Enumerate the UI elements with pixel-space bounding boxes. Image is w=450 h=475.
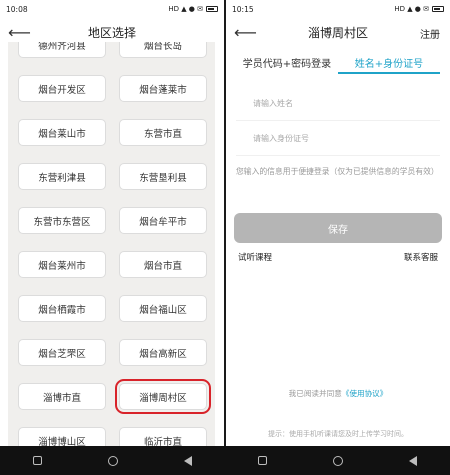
city-button[interactable]: 烟台高新区 (119, 339, 207, 366)
status-icons: HD ▲ ● ✉ (394, 5, 444, 13)
city-button[interactable]: 东营市直 (119, 119, 207, 146)
status-time: 10:08 (6, 4, 28, 14)
city-button[interactable]: 烟台芝罘区 (18, 339, 106, 366)
page-title: 地区选择 (87, 25, 136, 40)
city-button[interactable]: 淄博博山区 (18, 427, 106, 446)
battery-icon (206, 6, 218, 12)
status-icons: HD ▲ ● ✉ (168, 5, 218, 13)
user-agreement-link[interactable]: 《使用协议》 (342, 389, 388, 398)
agreement-text: 我已阅读并同意《使用协议》 (226, 388, 450, 399)
status-time: 10:15 (232, 4, 254, 14)
name-input[interactable]: 请输入姓名 (236, 86, 440, 121)
city-button[interactable]: 淄博周村区 (115, 379, 211, 414)
back-arrow-icon[interactable]: ⟵ (234, 23, 257, 42)
login-screen: 10:15 HD ▲ ● ✉ ⟵ 淄博周村区 注册 学员代码+密码登录 姓名+身… (226, 0, 450, 446)
city-button[interactable]: 烟台莱州市 (18, 251, 106, 278)
status-icon-text: HD ▲ ● ✉ (168, 5, 203, 13)
city-button[interactable]: 烟台莱山市 (18, 119, 106, 146)
city-button[interactable]: 东营利津县 (18, 163, 106, 190)
system-nav-bar (225, 446, 450, 475)
contact-service-link[interactable]: 联系客服 (404, 251, 438, 263)
battery-icon (432, 6, 444, 12)
home-icon[interactable] (108, 455, 118, 466)
bottom-links: 试听课程 联系客服 (238, 251, 438, 263)
back-triangle-icon[interactable] (184, 455, 192, 466)
trial-course-link[interactable]: 试听课程 (238, 251, 272, 263)
back-arrow-icon[interactable]: ⟵ (8, 23, 31, 42)
status-icon-text: HD ▲ ● ✉ (394, 5, 429, 13)
login-form: 请输入姓名 请输入身份证号 (226, 86, 450, 156)
back-triangle-icon[interactable] (409, 455, 417, 466)
city-button[interactable]: 烟台福山区 (119, 295, 207, 322)
city-button[interactable]: 烟台长岛 (119, 42, 207, 58)
recent-apps-icon[interactable] (33, 456, 42, 465)
city-button[interactable]: 淄博市直 (18, 383, 106, 410)
city-button[interactable]: 临沂市直 (119, 427, 207, 446)
register-link[interactable]: 注册 (420, 26, 440, 41)
city-button[interactable]: 烟台开发区 (18, 75, 106, 102)
city-button[interactable]: 东营市东营区 (18, 207, 106, 234)
home-icon[interactable] (333, 455, 343, 466)
id-number-input[interactable]: 请输入身份证号 (236, 121, 440, 156)
page-title: 淄博周村区 (307, 25, 368, 40)
city-button[interactable]: 烟台牟平市 (119, 207, 207, 234)
system-nav-bar (0, 446, 225, 475)
tab-code-password[interactable]: 学员代码+密码登录 (236, 48, 338, 74)
status-bar: 10:15 HD ▲ ● ✉ (226, 0, 450, 18)
city-button[interactable]: 烟台蓬莱市 (119, 75, 207, 102)
info-note: 您输入的信息用于便捷登录（仅为已提供信息的学员有效） (236, 167, 439, 176)
login-tabs: 学员代码+密码登录 姓名+身份证号 (236, 48, 440, 74)
city-list[interactable]: 德州齐河县 烟台长岛烟台开发区 烟台蓬莱市 烟台莱山市 东营市直 东营利津县 东营垦利县 东营… (8, 42, 215, 446)
region-select-screen: 10:08 HD ▲ ● ✉ ⟵ 地区选择 德州齐河县 烟台长岛烟台开发区 烟台蓬莱… (0, 0, 224, 446)
city-button[interactable]: 东营垦利县 (119, 163, 207, 190)
city-grid: 德州齐河县 烟台长岛烟台开发区 烟台蓬莱市 烟台莱山市 东营市直 东营利津县 东营垦利县 东营… (8, 42, 215, 446)
status-bar: 10:08 HD ▲ ● ✉ (0, 0, 224, 18)
agreement-prefix: 我已阅读并同意 (288, 389, 342, 398)
nav-bar: ⟵ 淄博周村区 注册 (226, 18, 450, 46)
city-button[interactable]: 烟台栖霞市 (18, 295, 106, 322)
recent-apps-icon[interactable] (258, 456, 267, 465)
city-button[interactable]: 烟台市直 (119, 251, 207, 278)
tab-name-idcard[interactable]: 姓名+身份证号 (338, 48, 440, 74)
tip-text: 提示：使用手机听课请您及时上传学习时间。 (268, 430, 408, 438)
save-button[interactable]: 保存 (234, 213, 442, 243)
city-button[interactable]: 德州齐河县 (18, 42, 106, 58)
